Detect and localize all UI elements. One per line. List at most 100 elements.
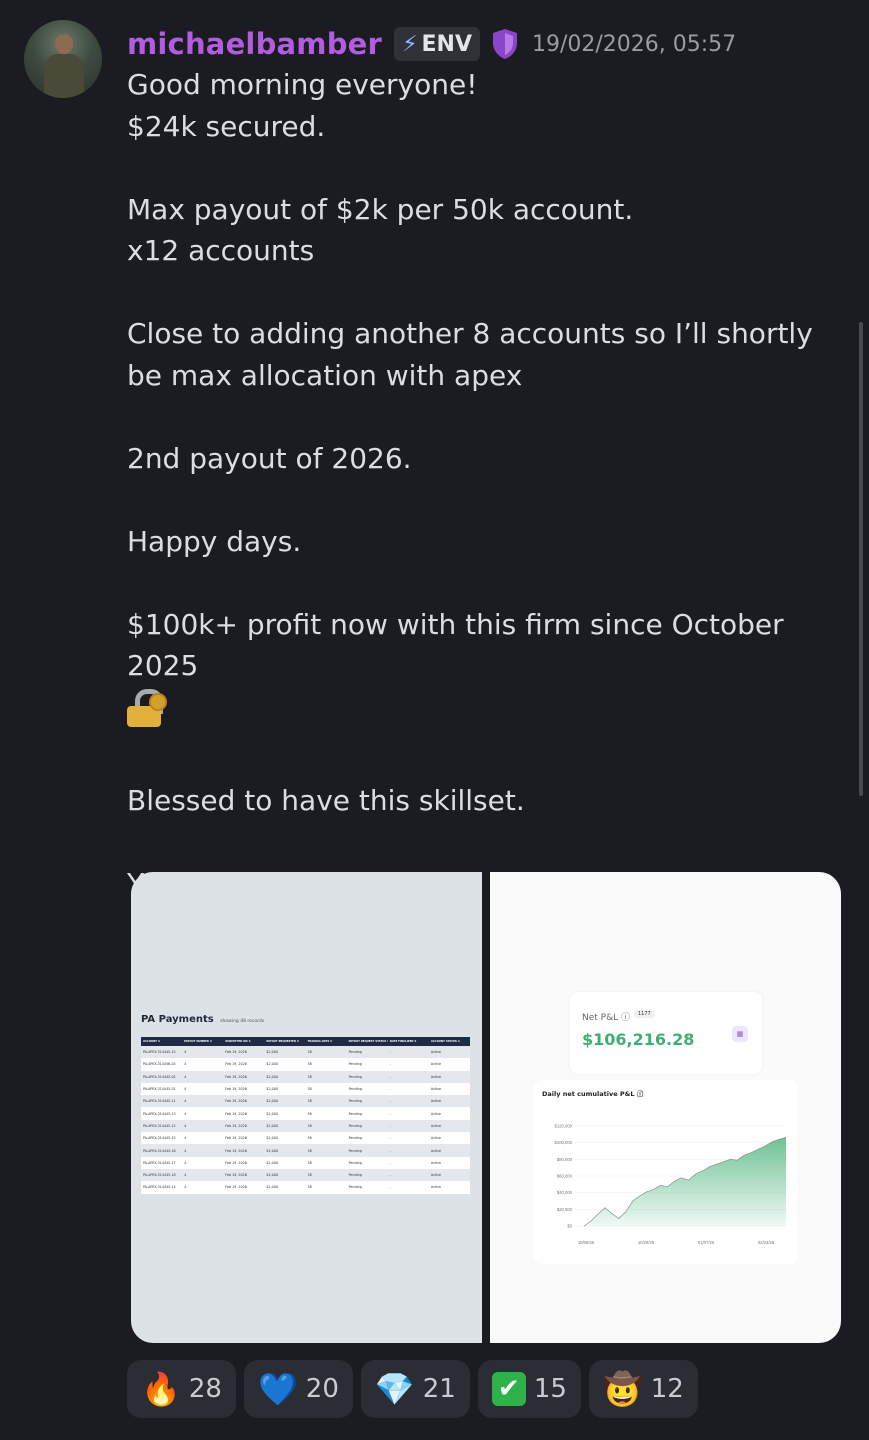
table-row[interactable]: PA-APEX-314445-01 4 Feb 19, 2026 $2,000 38 Pe… (141, 1082, 470, 1096)
table-cell: Feb 19, 2026 (223, 1082, 265, 1096)
reaction-gem[interactable]: 💎 21 (360, 1360, 470, 1418)
column-header[interactable]: TRADING DAYS ⇅ (305, 1037, 347, 1046)
table-cell: 38 (305, 1132, 347, 1145)
table-cell: Pending (346, 1107, 388, 1120)
table-cell: Feb 19, 2026 (223, 1132, 265, 1145)
column-header[interactable]: ACCOUNT STATUS ⇅ (428, 1037, 470, 1046)
payments-screenshot-attachment[interactable]: PA Payments showing 48 records ACCOUNT ⇅… (131, 872, 482, 1343)
y-tick-label: $20,000 (557, 1207, 573, 1212)
blue-heart-icon: 💙 (257, 1370, 298, 1408)
table-cell: Pending (346, 1058, 388, 1071)
avatar[interactable] (24, 20, 102, 98)
reaction-cowboy[interactable]: 🤠 12 (588, 1360, 698, 1418)
table-cell: Feb 19, 2026 (223, 1181, 265, 1194)
table-cell: Active (428, 1058, 470, 1071)
table-cell: Feb 19, 2026 (223, 1046, 265, 1059)
table-cell: 4 (182, 1082, 224, 1096)
table-row[interactable]: PA-APEX-314445-02 4 Feb 19, 2026 $2,000 38 Pe… (141, 1070, 470, 1083)
data-point (618, 1218, 620, 1219)
table-cell: Active (428, 1095, 470, 1108)
table-cell: Active (428, 1119, 470, 1133)
column-header[interactable]: PAYOUT REQUEST STATUS ⇅ (346, 1037, 388, 1046)
table-cell: $2,000 (264, 1107, 306, 1120)
server-tag[interactable]: ⚡ ENV (394, 27, 480, 61)
table-cell: 4 (182, 1046, 224, 1059)
lock-icon (127, 688, 167, 727)
table-row[interactable]: PA-APEX-314445-15 4 Feb 19, 2026 $2,000 38 Pe… (141, 1046, 470, 1059)
table-cell: Active (428, 1181, 470, 1194)
column-header[interactable]: PAYOUT NUMBER ⇅ (182, 1037, 224, 1046)
y-tick-label: $0 (567, 1224, 572, 1229)
username[interactable]: michaelbamber (127, 27, 382, 61)
table-cell: 38 (305, 1095, 347, 1108)
table-row[interactable]: PA-APEX-314445-17 4 Feb 19, 2026 $2,000 38 Pe… (141, 1156, 470, 1169)
table-cell: 38 (305, 1107, 347, 1120)
table-cell: Pending (346, 1070, 388, 1083)
table-cell: 38 (305, 1058, 347, 1071)
reaction-fire[interactable]: 🔥 28 (127, 1360, 236, 1418)
table-cell: $2,000 (264, 1144, 306, 1157)
table-row[interactable]: PA-APEX-314445-11 4 Feb 19, 2026 $2,000 38 Pe… (141, 1095, 470, 1108)
table-cell: 38 (305, 1082, 347, 1096)
avatar-head (55, 34, 73, 54)
reaction-count: 21 (422, 1374, 456, 1404)
table-cell: Pending (346, 1119, 388, 1133)
message-line: 2nd payout of 2026. (127, 441, 412, 475)
column-header[interactable]: DATE FINALIZED ⇅ (387, 1037, 429, 1046)
table-row[interactable]: PA-APEX-314445-15 4 Feb 19, 2026 $2,000 38 Pe… (141, 1132, 470, 1145)
scrollbar[interactable] (859, 322, 863, 796)
table-cell: Feb 19, 2026 (223, 1168, 265, 1182)
column-header[interactable]: SUBMITTED ON ⇅ (223, 1037, 265, 1046)
pnl-screenshot-attachment[interactable]: Net P&L ⓘ 1177 $106,216.28 ▦ Daily net c… (490, 872, 841, 1343)
table-row[interactable]: PA-APEX-314445-18 4 Feb 19, 2026 $2,000 38 Pe… (141, 1168, 470, 1182)
x-tick-label: 10/29/25 (638, 1240, 655, 1245)
table-cell: Pending (346, 1181, 388, 1194)
table-row[interactable]: PA-APEX-314445-14 4 Feb 19, 2026 $2,000 38 Pe… (141, 1181, 470, 1194)
data-point (674, 1180, 675, 1182)
table-cell: PA-APEX-314445-14 (141, 1181, 183, 1194)
table-cell: Feb 19, 2026 (223, 1107, 265, 1120)
gem-icon: 💎 (374, 1370, 415, 1408)
net-pnl-card: Net P&L ⓘ 1177 $106,216.28 ▦ (570, 992, 762, 1074)
table-cell: 38 (305, 1070, 347, 1083)
table-cell: - (387, 1132, 429, 1145)
table-cell: PA-APEX-314445-13 (141, 1107, 183, 1120)
table-row[interactable]: PA-APEX-314445-16 4 Feb 19, 2026 $2,000 38 Pe… (141, 1144, 470, 1157)
reaction-check[interactable]: ✔ 15 (477, 1360, 581, 1418)
payments-title-text: PA Payments (141, 1014, 214, 1025)
table-row[interactable]: PA-APEX-314445-12 4 Feb 19, 2026 $2,000 38 Pe… (141, 1119, 470, 1133)
table-cell: - (387, 1168, 429, 1182)
message-line: Close to adding another 8 accounts so I’… (127, 317, 813, 392)
y-tick-label: $100,000 (555, 1140, 573, 1145)
reaction-count: 12 (650, 1374, 684, 1404)
table-cell: PA-APEX-314445-17 (141, 1156, 183, 1169)
message-line: Max payout of $2k per 50k account. (127, 192, 634, 226)
table-row[interactable]: PA-APEX-314445-13 4 Feb 19, 2026 $2,000 38 Pe… (141, 1107, 470, 1120)
table-cell: - (387, 1082, 429, 1096)
table-cell: 4 (182, 1095, 224, 1108)
message-line (127, 396, 837, 438)
payments-title: PA Payments showing 48 records (141, 1014, 264, 1025)
column-header[interactable]: PAYOUT REQUESTED ⇅ (264, 1037, 306, 1046)
table-row[interactable]: PA-APEX-314456-03 4 Feb 19, 2026 $2,000 38 Pe… (141, 1058, 470, 1071)
table-cell: 38 (305, 1119, 347, 1133)
table-cell: Pending (346, 1156, 388, 1169)
x-tick-label: 01/07/26 (698, 1240, 715, 1245)
fire-icon: 🔥 (141, 1370, 181, 1408)
message-line (127, 147, 837, 189)
net-pnl-label-text: Net P&L (582, 1013, 619, 1023)
column-header[interactable]: ACCOUNT ⇅ (141, 1037, 183, 1046)
reaction-blue-heart[interactable]: 💙 20 (243, 1360, 353, 1418)
table-cell: $2,000 (264, 1181, 306, 1194)
table-cell: Pending (346, 1168, 388, 1182)
data-point (709, 1166, 710, 1168)
table-cell: Active (428, 1082, 470, 1096)
data-point (625, 1211, 627, 1213)
table-cell: - (387, 1058, 429, 1071)
message-line: x12 accounts (127, 234, 315, 267)
y-tick-label: $60,000 (557, 1174, 573, 1179)
table-cell: Feb 19, 2026 (223, 1095, 265, 1108)
data-point (743, 1154, 745, 1156)
data-point (723, 1161, 724, 1163)
data-point (583, 1225, 585, 1227)
